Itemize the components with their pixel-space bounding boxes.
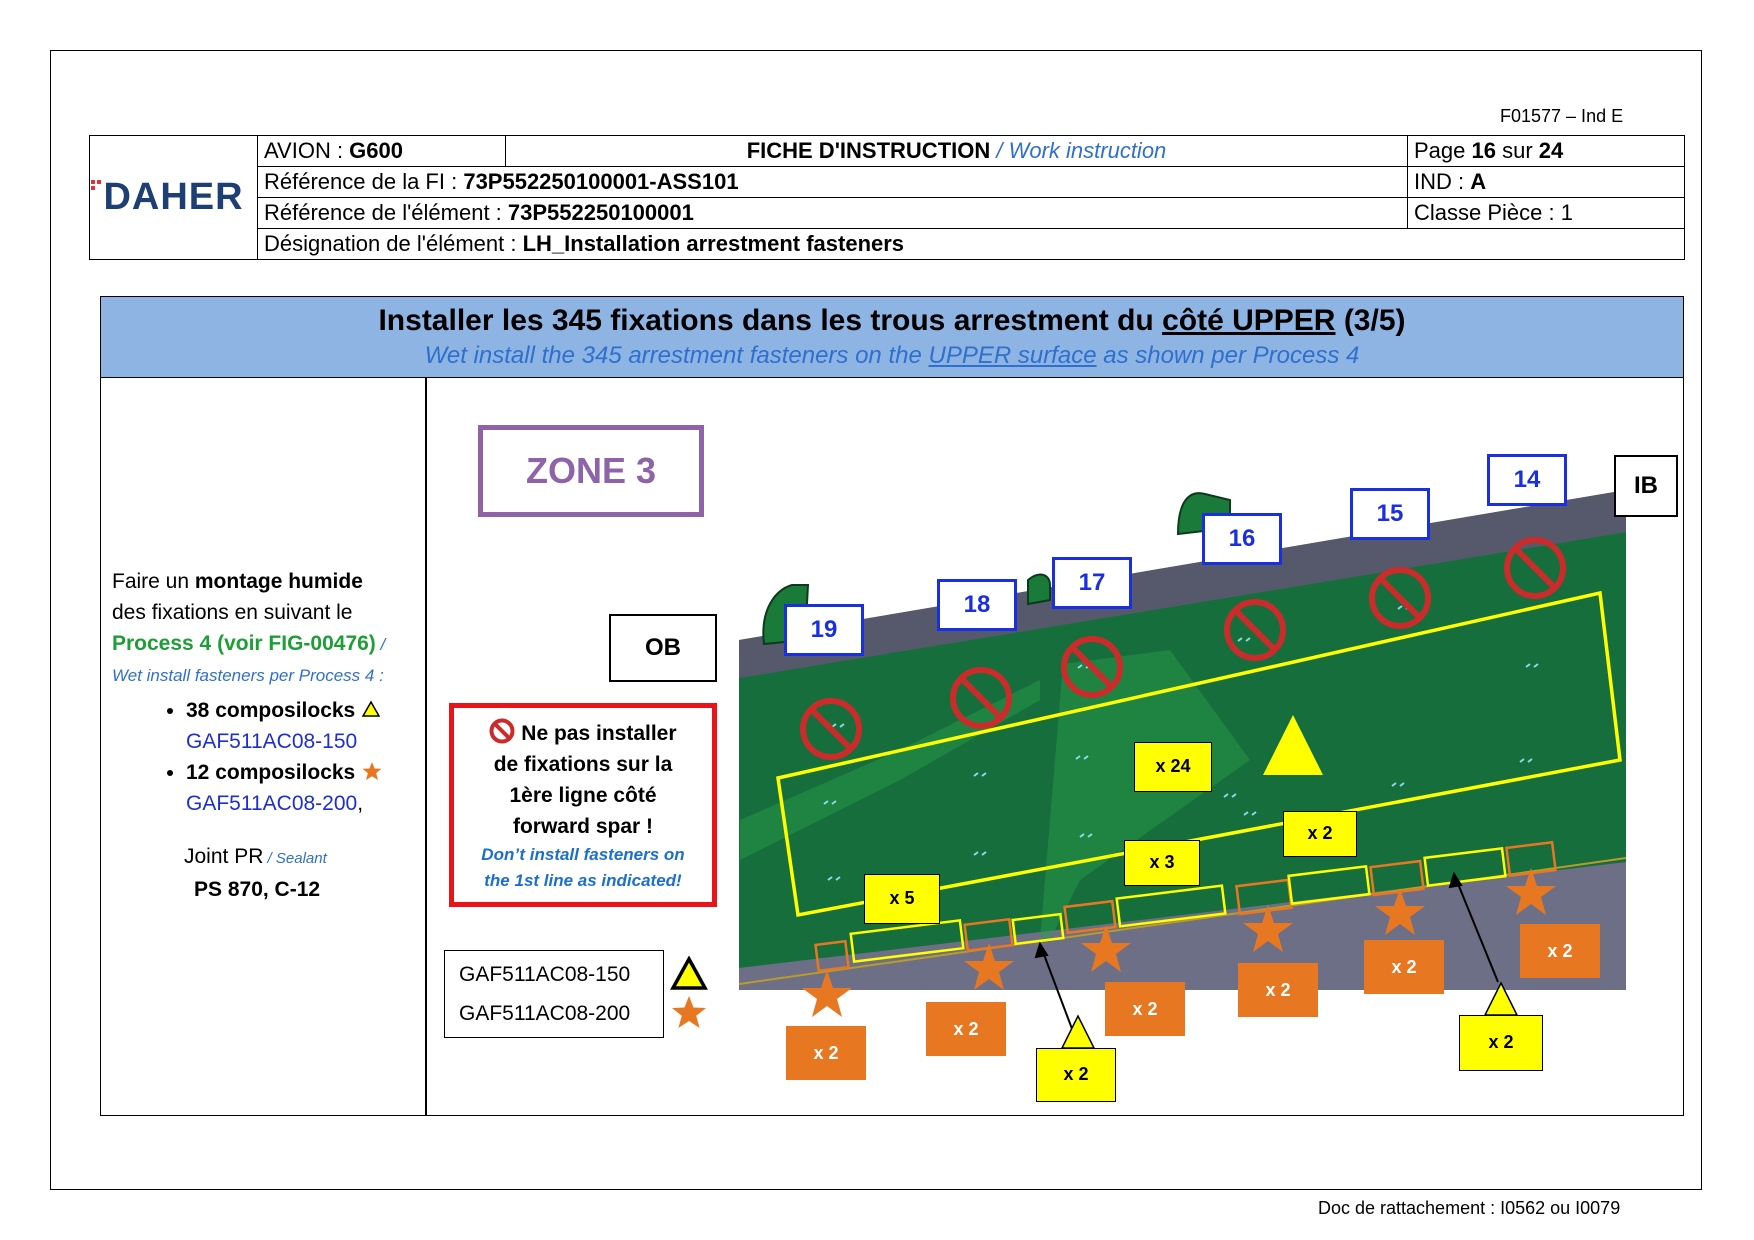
qty-tag-orange: x 2 <box>1105 982 1185 1036</box>
qty-tag-yellow: x 2 <box>1036 1048 1116 1102</box>
hole-number-15: 15 <box>1350 488 1430 540</box>
qty-tag-orange: x 2 <box>1238 963 1318 1017</box>
legend-ref-150: GAF511AC08-150 <box>459 963 631 986</box>
legend-triangle-icon <box>670 956 708 990</box>
center-fitting <box>1027 573 1051 606</box>
qty-tag-yellow: x 3 <box>1124 840 1200 886</box>
qty-tag-orange: x 2 <box>786 1026 866 1080</box>
legend-box: GAF511AC08-150 GAF511AC08-200 <box>444 950 664 1038</box>
ob-label: OB <box>609 614 717 682</box>
qty-tag-yellow: x 5 <box>864 874 940 924</box>
hole-number-19: 19 <box>784 604 864 656</box>
legend-star-icon <box>672 996 706 1028</box>
qty-tag-orange: x 2 <box>926 1002 1006 1056</box>
qty-tag-orange: x 2 <box>1364 940 1444 994</box>
qty-tag-yellow: x 2 <box>1459 1015 1543 1071</box>
attachment-doc: Doc de rattachement : I0562 ou I0079 <box>1318 1198 1621 1218</box>
legend-ref-200: GAF511AC08-200 <box>459 1002 631 1025</box>
warning-box: Ne pas installer de fixations sur la 1èr… <box>449 703 717 907</box>
warning-en: Don’t install fasteners on the 1st line … <box>481 845 685 890</box>
warning-line-1: Ne pas installer <box>454 718 712 749</box>
qty-tag-orange: x 2 <box>1520 924 1600 978</box>
ib-label: IB <box>1614 455 1678 517</box>
hole-number-16: 16 <box>1202 513 1282 565</box>
warning-line-3: 1ère ligne côté <box>509 784 657 807</box>
prohibited-icon <box>489 718 515 744</box>
qty-tag-yellow: x 24 <box>1134 742 1212 792</box>
hole-number-17: 17 <box>1052 557 1132 609</box>
warning-line-2: de fixations sur la <box>493 753 673 776</box>
warning-line-4: forward spar ! <box>512 815 654 838</box>
qty-tag-yellow: x 2 <box>1283 811 1357 857</box>
hole-number-18: 18 <box>937 579 1017 631</box>
hole-number-14: 14 <box>1487 454 1567 506</box>
